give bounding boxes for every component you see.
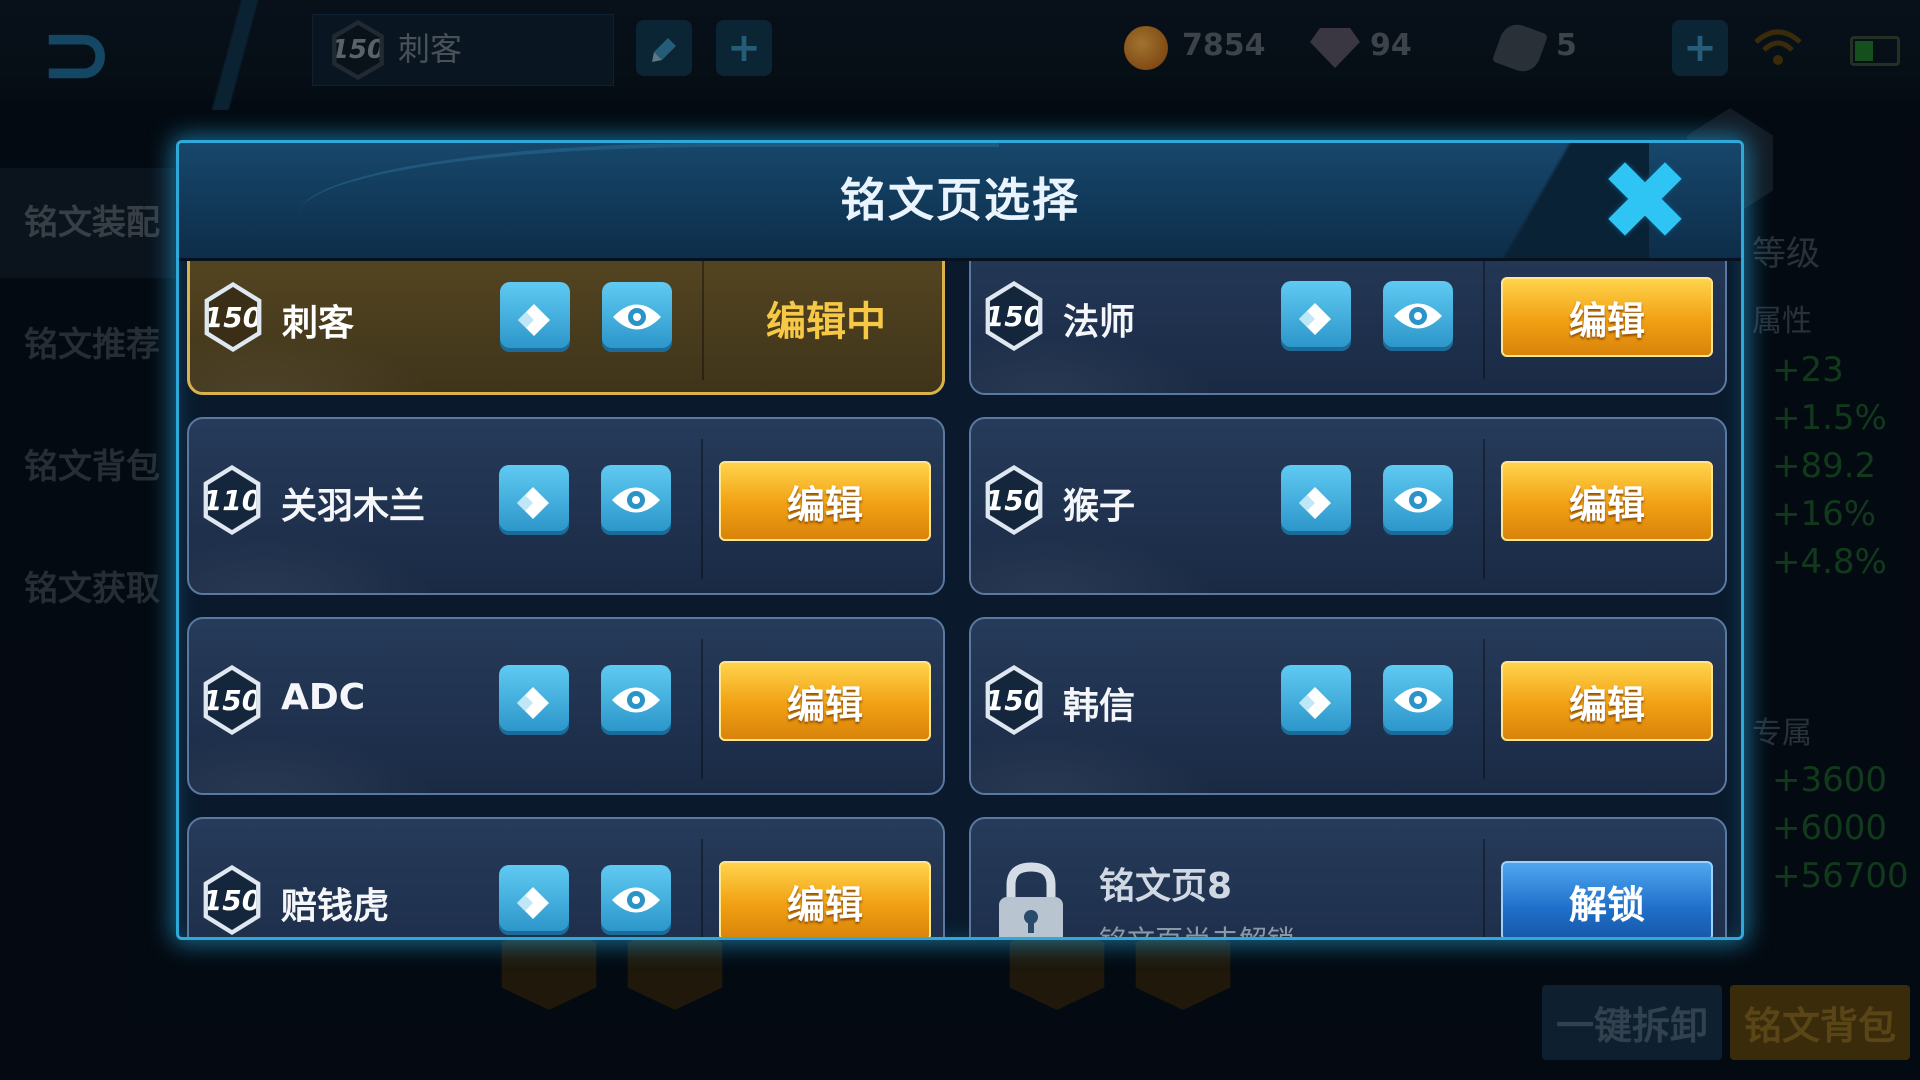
edit-button[interactable]: 编辑 bbox=[719, 861, 931, 937]
card-decoration bbox=[189, 933, 439, 937]
eraser-pencil-icon bbox=[517, 487, 549, 519]
preview-button[interactable] bbox=[602, 282, 672, 352]
page-level-badge: 150 bbox=[203, 865, 261, 935]
preview-button[interactable] bbox=[601, 465, 671, 535]
preview-button[interactable] bbox=[1383, 465, 1453, 535]
preview-button[interactable] bbox=[601, 865, 671, 935]
unlock-button[interactable]: 解锁 bbox=[1501, 861, 1713, 937]
rune-page-card[interactable]: 150 赔钱虎 编辑 bbox=[187, 817, 945, 937]
rename-button[interactable] bbox=[499, 665, 569, 735]
card-decoration bbox=[189, 733, 439, 793]
eye-icon bbox=[1394, 487, 1442, 513]
locked-page-name: 铭文页8 bbox=[1099, 866, 1233, 907]
eraser-pencil-icon bbox=[1299, 487, 1331, 519]
eye-icon bbox=[612, 687, 660, 713]
eraser-pencil-icon bbox=[517, 687, 549, 719]
card-divider bbox=[701, 439, 703, 579]
card-decoration bbox=[189, 533, 439, 593]
rename-button[interactable] bbox=[1281, 665, 1351, 735]
rename-button[interactable] bbox=[500, 282, 570, 352]
eye-icon bbox=[1394, 303, 1442, 329]
eye-icon bbox=[613, 304, 661, 330]
eye-icon bbox=[612, 487, 660, 513]
page-level-badge: 150 bbox=[203, 665, 261, 735]
page-name: 法师 bbox=[1063, 302, 1136, 343]
eraser-pencil-icon bbox=[517, 887, 549, 919]
rename-button[interactable] bbox=[1281, 281, 1351, 351]
locked-rune-page-card[interactable]: 铭文页8 铭文页尚未解锁 解锁 bbox=[969, 817, 1727, 937]
rune-page-select-modal: 铭文页选择 ✖ 150 刺客 编辑中 150 法师 编辑 110 关羽木兰 编辑… bbox=[176, 140, 1744, 940]
page-name: 刺客 bbox=[282, 303, 355, 344]
page-name: ADC bbox=[281, 677, 366, 718]
eye-icon bbox=[612, 887, 660, 913]
rune-page-card[interactable]: 110 关羽木兰 编辑 bbox=[187, 417, 945, 595]
close-x-icon[interactable]: ✖ bbox=[1599, 146, 1691, 256]
page-name: 赔钱虎 bbox=[281, 886, 390, 927]
card-decoration bbox=[971, 533, 1221, 593]
eye-icon bbox=[1394, 687, 1442, 713]
page-level-badge: 150 bbox=[985, 465, 1043, 535]
rune-page-list[interactable]: 150 刺客 编辑中 150 法师 编辑 110 关羽木兰 编辑 150 猴子 … bbox=[179, 261, 1741, 937]
rune-page-card[interactable]: 150 猴子 编辑 bbox=[969, 417, 1727, 595]
card-divider bbox=[1483, 639, 1485, 779]
rune-page-card[interactable]: 150 法师 编辑 bbox=[969, 261, 1727, 395]
edit-button[interactable]: 编辑 bbox=[1501, 661, 1713, 741]
card-decoration bbox=[971, 733, 1221, 793]
locked-page-subtitle: 铭文页尚未解锁 bbox=[1099, 919, 1295, 937]
eraser-pencil-icon bbox=[518, 304, 550, 336]
page-name: 猴子 bbox=[1063, 486, 1136, 527]
card-divider bbox=[701, 639, 703, 779]
card-divider bbox=[702, 261, 704, 380]
card-divider bbox=[701, 839, 703, 937]
eraser-pencil-icon bbox=[1299, 687, 1331, 719]
page-level-badge: 150 bbox=[985, 665, 1043, 735]
rename-button[interactable] bbox=[1281, 465, 1351, 535]
modal-title: 铭文页选择 bbox=[840, 173, 1080, 227]
card-divider bbox=[1483, 839, 1485, 937]
rename-button[interactable] bbox=[499, 465, 569, 535]
editing-status: 编辑中 bbox=[766, 299, 886, 345]
rename-button[interactable] bbox=[499, 865, 569, 935]
rune-page-card[interactable]: 150 ADC 编辑 bbox=[187, 617, 945, 795]
page-name: 韩信 bbox=[1063, 686, 1136, 727]
preview-button[interactable] bbox=[1383, 665, 1453, 735]
page-name: 关羽木兰 bbox=[281, 486, 426, 527]
preview-button[interactable] bbox=[601, 665, 671, 735]
padlock-icon bbox=[999, 862, 1063, 937]
edit-button[interactable]: 编辑 bbox=[719, 461, 931, 541]
page-level-badge: 110 bbox=[203, 465, 261, 535]
edit-button[interactable]: 编辑 bbox=[719, 661, 931, 741]
card-divider bbox=[1483, 261, 1485, 379]
rune-page-card[interactable]: 150 刺客 编辑中 bbox=[187, 261, 945, 395]
edit-button[interactable]: 编辑 bbox=[1501, 277, 1713, 357]
eraser-pencil-icon bbox=[1299, 303, 1331, 335]
edit-button[interactable]: 编辑 bbox=[1501, 461, 1713, 541]
rune-page-card[interactable]: 150 韩信 编辑 bbox=[969, 617, 1727, 795]
preview-button[interactable] bbox=[1383, 281, 1453, 351]
card-divider bbox=[1483, 439, 1485, 579]
